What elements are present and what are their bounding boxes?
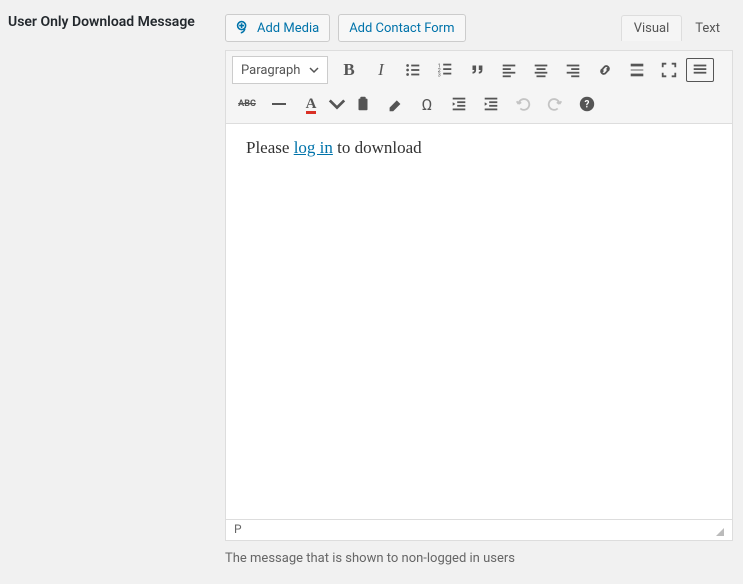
- clipboard-icon: [354, 95, 372, 113]
- format-select[interactable]: Paragraph: [232, 56, 328, 84]
- wysiwyg-editor: Paragraph B I 123: [225, 50, 733, 520]
- paste-text-button[interactable]: [348, 89, 378, 119]
- undo-button[interactable]: [508, 89, 538, 119]
- field-label: User Only Download Message: [0, 14, 225, 580]
- quote-icon: [468, 61, 486, 79]
- format-select-label: Paragraph: [241, 63, 300, 78]
- hr-button[interactable]: [264, 89, 294, 119]
- redo-button[interactable]: [540, 89, 570, 119]
- align-left-icon: [500, 61, 518, 79]
- italic-icon: I: [378, 60, 384, 80]
- svg-text:3: 3: [438, 72, 441, 78]
- toolbar-toggle-icon: [691, 61, 709, 79]
- add-contact-form-button[interactable]: Add Contact Form: [338, 14, 465, 42]
- tab-text[interactable]: Text: [682, 15, 733, 41]
- strikethrough-icon: ABC: [238, 99, 256, 109]
- align-right-icon: [564, 61, 582, 79]
- svg-text:?: ?: [585, 100, 590, 111]
- special-char-button[interactable]: Ω: [412, 89, 442, 119]
- resize-handle[interactable]: [712, 524, 724, 536]
- link-button[interactable]: [590, 55, 620, 85]
- redo-icon: [546, 95, 564, 113]
- add-contact-label: Add Contact Form: [349, 21, 454, 36]
- tab-visual[interactable]: Visual: [621, 15, 683, 41]
- help-button[interactable]: ?: [572, 89, 602, 119]
- fullscreen-icon: [660, 61, 678, 79]
- hr-icon: [272, 103, 286, 105]
- indent-button[interactable]: [476, 89, 506, 119]
- indent-icon: [482, 95, 500, 113]
- number-list-button[interactable]: 123: [430, 55, 460, 85]
- read-more-button[interactable]: [622, 55, 652, 85]
- editor-toolbar: Paragraph B I 123: [226, 51, 732, 124]
- field-help-text: The message that is shown to non-logged …: [225, 541, 733, 580]
- add-media-button[interactable]: Add Media: [225, 14, 330, 42]
- clear-format-button[interactable]: [380, 89, 410, 119]
- strikethrough-button[interactable]: ABC: [232, 89, 262, 119]
- content-link[interactable]: log in: [294, 138, 333, 157]
- element-path[interactable]: P: [234, 522, 242, 536]
- read-more-icon: [628, 61, 646, 79]
- bold-icon: B: [343, 60, 354, 80]
- chevron-down-icon: [309, 65, 319, 75]
- text-color-icon: A: [306, 96, 317, 113]
- editor-content[interactable]: Please log in to download: [226, 124, 732, 519]
- align-center-button[interactable]: [526, 55, 556, 85]
- text-color-button[interactable]: A: [296, 89, 326, 119]
- align-center-icon: [532, 61, 550, 79]
- link-icon: [596, 61, 614, 79]
- eraser-icon: [386, 95, 404, 113]
- omega-icon: Ω: [422, 95, 433, 114]
- align-left-button[interactable]: [494, 55, 524, 85]
- chevron-down-icon: [328, 95, 346, 113]
- fullscreen-button[interactable]: [654, 55, 684, 85]
- content-text-before: Please: [246, 138, 294, 157]
- help-icon: ?: [578, 95, 596, 113]
- number-list-icon: 123: [436, 61, 454, 79]
- bullet-list-icon: [404, 61, 422, 79]
- outdent-icon: [450, 95, 468, 113]
- text-color-dropdown-button[interactable]: [328, 89, 346, 119]
- undo-icon: [514, 95, 532, 113]
- add-media-label: Add Media: [257, 21, 319, 36]
- bullet-list-button[interactable]: [398, 55, 428, 85]
- content-text-after: to download: [333, 138, 422, 157]
- media-icon: [236, 20, 252, 36]
- bold-button[interactable]: B: [334, 55, 364, 85]
- italic-button[interactable]: I: [366, 55, 396, 85]
- outdent-button[interactable]: [444, 89, 474, 119]
- align-right-button[interactable]: [558, 55, 588, 85]
- status-bar: P: [225, 520, 733, 541]
- blockquote-button[interactable]: [462, 55, 492, 85]
- toolbar-toggle-button[interactable]: [686, 58, 714, 82]
